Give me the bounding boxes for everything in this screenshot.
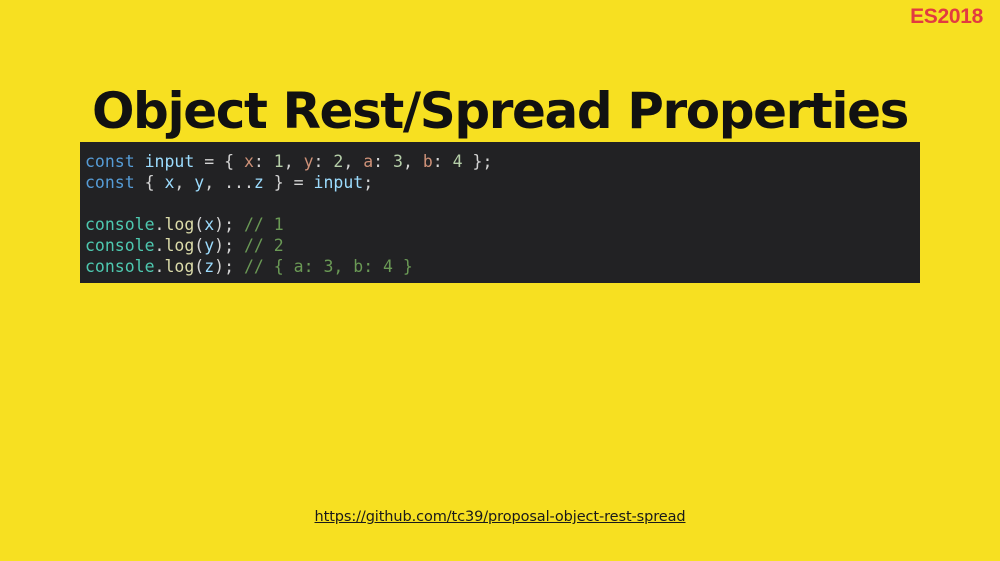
- source-url-link[interactable]: https://github.com/tc39/proposal-object-…: [0, 509, 1000, 525]
- code-token-var: y: [194, 173, 205, 192]
- code-token-var: input: [144, 152, 195, 171]
- code-token-punc: .: [154, 236, 165, 255]
- code-token-prop: y: [303, 152, 314, 171]
- code-token-punc: = {: [194, 152, 244, 171]
- code-token-punc: );: [214, 257, 244, 276]
- code-token-punc: (: [194, 236, 205, 255]
- code-token-punc: :: [313, 152, 334, 171]
- code-token-punc: ;: [363, 173, 374, 192]
- page-title: Object Rest/Spread Properties: [91, 81, 909, 140]
- es-version-badge: ES2018: [910, 5, 983, 28]
- code-token-punc: };: [462, 152, 493, 171]
- code-token-comment: // 2: [243, 236, 284, 255]
- code-line: console.log(z); // { a: 3, b: 4 }: [85, 256, 920, 277]
- code-token-var: input: [313, 173, 364, 192]
- code-token-fn: log: [164, 215, 195, 234]
- code-line: const input = { x: 1, y: 2, a: 3, b: 4 }…: [85, 151, 920, 172]
- code-token-punc: :: [373, 152, 394, 171]
- code-token-var: x: [164, 173, 175, 192]
- code-token-comment: // 1: [243, 215, 284, 234]
- code-token-prop: x: [243, 152, 254, 171]
- code-token-punc: {: [134, 173, 165, 192]
- code-token-punc: :: [432, 152, 453, 171]
- code-token-punc: ,: [402, 152, 423, 171]
- code-token-num: 1: [273, 152, 284, 171]
- code-token-punc: [135, 152, 145, 171]
- code-token-punc: ,: [283, 152, 304, 171]
- code-token-num: 2: [333, 152, 344, 171]
- code-block: const input = { x: 1, y: 2, a: 3, b: 4 }…: [80, 142, 920, 283]
- code-token-prop: a: [363, 152, 374, 171]
- code-token-prop: b: [422, 152, 433, 171]
- code-token-comment: // { a: 3, b: 4 }: [243, 257, 413, 276]
- code-token-var: y: [204, 236, 215, 255]
- code-token-punc: );: [214, 215, 244, 234]
- code-line: const { x, y, ...z } = input;: [85, 172, 920, 193]
- code-token-obj: console: [85, 257, 155, 276]
- code-token-num: 4: [452, 152, 463, 171]
- code-token-var: z: [253, 173, 264, 192]
- code-token-var: x: [204, 215, 215, 234]
- code-token-obj: console: [85, 236, 155, 255]
- code-token-fn: log: [164, 257, 195, 276]
- code-token-kw: const: [85, 173, 135, 192]
- code-token-punc: (: [194, 215, 205, 234]
- code-token-var: z: [204, 257, 215, 276]
- code-token-punc: .: [154, 257, 165, 276]
- code-token-fn: log: [164, 236, 195, 255]
- code-token-punc: :: [253, 152, 274, 171]
- code-token-kw: const: [85, 152, 135, 171]
- code-token-punc: } =: [263, 173, 314, 192]
- code-token-num: 3: [393, 152, 403, 171]
- code-token-obj: console: [85, 215, 155, 234]
- presentation-slide: ES2018 Object Rest/Spread Properties con…: [0, 0, 1000, 561]
- code-line: console.log(x); // 1: [85, 214, 920, 235]
- code-line: console.log(y); // 2: [85, 235, 920, 256]
- code-token-punc: ,: [343, 152, 364, 171]
- code-token-punc: .: [154, 215, 165, 234]
- code-token-punc: , ...: [204, 173, 254, 192]
- code-token-punc: ,: [174, 173, 195, 192]
- code-token-punc: );: [214, 236, 244, 255]
- code-token-punc: (: [194, 257, 205, 276]
